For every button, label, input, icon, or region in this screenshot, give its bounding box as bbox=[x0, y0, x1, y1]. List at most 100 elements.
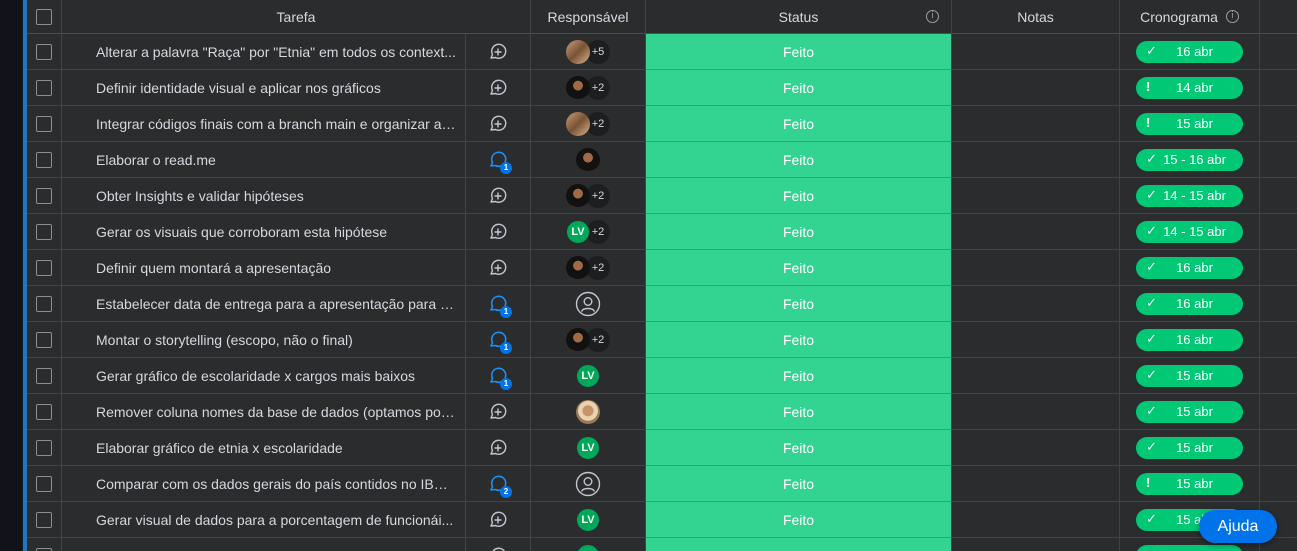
header-task[interactable]: Tarefa bbox=[62, 0, 531, 34]
responsible-cell[interactable]: +2 bbox=[531, 250, 646, 286]
table-row[interactable]: Alterar a palavra "Raça" por "Etnia" em … bbox=[27, 34, 1297, 70]
notes-cell[interactable] bbox=[952, 178, 1120, 214]
responsible-cell[interactable] bbox=[531, 538, 646, 551]
task-cell[interactable]: Definir quem montará a apresentação bbox=[62, 250, 466, 286]
table-row[interactable]: Gerar os visuais que corroboram esta hip… bbox=[27, 214, 1297, 250]
responsible-cell[interactable]: LV +2 bbox=[531, 214, 646, 250]
header-status[interactable]: Status i bbox=[646, 0, 952, 34]
notes-cell[interactable] bbox=[952, 430, 1120, 466]
task-cell[interactable]: Obter Insights e validar hipóteses bbox=[62, 178, 466, 214]
table-row[interactable]: Definir identidade visual e aplicar nos … bbox=[27, 70, 1297, 106]
responsible-cell[interactable]: LV bbox=[531, 502, 646, 538]
status-cell[interactable]: Feito bbox=[646, 358, 952, 394]
updates-cell[interactable] bbox=[466, 70, 531, 106]
timeline-cell[interactable]: ✓ 15 abr bbox=[1120, 430, 1260, 466]
table-row[interactable]: Elaborar gráfico de etnia x escolaridade… bbox=[27, 430, 1297, 466]
responsible-cell[interactable]: LV bbox=[531, 358, 646, 394]
table-row[interactable]: Integrar códigos finais com a branch mai… bbox=[27, 106, 1297, 142]
empty-person-icon[interactable] bbox=[575, 471, 601, 497]
table-row[interactable]: Montar o storytelling (escopo, não o fin… bbox=[27, 322, 1297, 358]
select-all-checkbox[interactable] bbox=[36, 8, 52, 25]
updates-cell[interactable] bbox=[466, 34, 531, 70]
avatar[interactable] bbox=[566, 183, 590, 208]
notes-cell[interactable] bbox=[952, 106, 1120, 142]
timeline-cell[interactable]: ✓ 16 abr bbox=[1120, 250, 1260, 286]
status-cell[interactable]: Feito bbox=[646, 142, 952, 178]
task-cell[interactable]: Remover coluna nomes da base de dados (o… bbox=[62, 394, 466, 430]
add-update-icon[interactable] bbox=[487, 185, 509, 207]
timeline-pill[interactable]: ✓ 16 abr bbox=[1136, 40, 1243, 63]
task-cell[interactable]: Integrar códigos finais com a branch mai… bbox=[62, 106, 466, 142]
updates-cell[interactable]: 2 bbox=[466, 466, 531, 502]
status-cell[interactable]: Feito bbox=[646, 466, 952, 502]
updates-cell[interactable] bbox=[466, 106, 531, 142]
status-cell[interactable]: Feito bbox=[646, 178, 952, 214]
add-update-icon[interactable] bbox=[487, 437, 509, 459]
task-cell[interactable]: Elaborar o read.me bbox=[62, 142, 466, 178]
responsible-cell[interactable]: +2 bbox=[531, 70, 646, 106]
table-row[interactable]: Remover coluna nomes da base de dados (o… bbox=[27, 394, 1297, 430]
row-checkbox[interactable] bbox=[36, 331, 52, 348]
task-cell[interactable]: Definir identidade visual e aplicar nos … bbox=[62, 70, 466, 106]
row-checkbox[interactable] bbox=[36, 547, 52, 551]
timeline-cell[interactable]: ! 15 abr bbox=[1120, 106, 1260, 142]
timeline-pill[interactable]: ✓ 15 abr bbox=[1136, 400, 1243, 423]
row-checkbox[interactable] bbox=[36, 367, 52, 384]
status-cell[interactable]: Feito bbox=[646, 214, 952, 250]
table-row[interactable]: Elaborar o read.me 1 Feito ✓ 15 - 16 abr bbox=[27, 142, 1297, 178]
table-row[interactable]: Obter Insights e validar hipóteses +2 Feit… bbox=[27, 178, 1297, 214]
status-cell[interactable]: Feito bbox=[646, 250, 952, 286]
timeline-cell[interactable]: ✓ 15 abr bbox=[1120, 394, 1260, 430]
avatar[interactable] bbox=[566, 255, 590, 280]
conversation-icon[interactable]: 1 bbox=[487, 329, 512, 354]
timeline-pill[interactable]: ✓ 15 - 16 abr bbox=[1136, 148, 1243, 171]
updates-cell[interactable]: 1 bbox=[466, 358, 531, 394]
notes-cell[interactable] bbox=[952, 538, 1120, 551]
timeline-cell[interactable]: ✓ 16 abr bbox=[1120, 34, 1260, 70]
avatar[interactable]: LV bbox=[566, 219, 590, 244]
task-cell[interactable]: Estabelecer data de entrega para a apres… bbox=[62, 286, 466, 322]
notes-cell[interactable] bbox=[952, 250, 1120, 286]
add-update-icon[interactable] bbox=[487, 509, 509, 531]
status-cell[interactable]: Feito bbox=[646, 322, 952, 358]
table-row[interactable]: Definir quem montará a apresentação +2 Fei… bbox=[27, 250, 1297, 286]
timeline-pill[interactable]: ! 14 abr bbox=[1136, 76, 1243, 99]
status-cell[interactable]: Feito bbox=[646, 286, 952, 322]
notes-cell[interactable] bbox=[952, 394, 1120, 430]
conversation-icon[interactable]: 1 bbox=[487, 293, 512, 318]
add-update-icon[interactable] bbox=[487, 41, 509, 63]
table-row[interactable]: ✓ bbox=[27, 538, 1297, 551]
avatar[interactable] bbox=[566, 39, 590, 64]
task-cell[interactable]: Alterar a palavra "Raça" por "Etnia" em … bbox=[62, 34, 466, 70]
info-icon[interactable]: i bbox=[1225, 10, 1239, 23]
task-cell[interactable]: Gerar os visuais que corroboram esta hip… bbox=[62, 214, 466, 250]
add-update-icon[interactable] bbox=[487, 257, 509, 279]
timeline-pill[interactable]: ✓ 16 abr bbox=[1136, 256, 1243, 279]
responsible-cell[interactable] bbox=[531, 286, 646, 322]
add-update-icon[interactable] bbox=[487, 221, 509, 243]
responsible-cell[interactable] bbox=[531, 394, 646, 430]
add-update-icon[interactable] bbox=[487, 77, 509, 99]
row-checkbox[interactable] bbox=[36, 403, 52, 420]
add-update-icon[interactable] bbox=[487, 401, 509, 423]
task-cell[interactable] bbox=[62, 538, 466, 551]
avatar[interactable] bbox=[566, 75, 590, 100]
conversation-icon[interactable]: 1 bbox=[487, 149, 512, 174]
conversation-icon[interactable]: 2 bbox=[487, 473, 512, 498]
updates-cell[interactable] bbox=[466, 394, 531, 430]
table-row[interactable]: Estabelecer data de entrega para a apres… bbox=[27, 286, 1297, 322]
row-checkbox[interactable] bbox=[36, 259, 52, 276]
row-checkbox[interactable] bbox=[36, 115, 52, 132]
row-checkbox[interactable] bbox=[36, 439, 52, 456]
responsible-cell[interactable] bbox=[531, 142, 646, 178]
timeline-pill[interactable]: ✓ bbox=[1136, 544, 1243, 551]
notes-cell[interactable] bbox=[952, 286, 1120, 322]
avatar[interactable]: LV bbox=[576, 435, 600, 460]
avatar[interactable] bbox=[576, 543, 600, 551]
notes-cell[interactable] bbox=[952, 34, 1120, 70]
notes-cell[interactable] bbox=[952, 70, 1120, 106]
timeline-cell[interactable]: ! 14 abr bbox=[1120, 70, 1260, 106]
timeline-pill[interactable]: ✓ 14 - 15 abr bbox=[1136, 220, 1243, 243]
timeline-pill[interactable]: ✓ 16 abr bbox=[1136, 328, 1243, 351]
avatar[interactable]: LV bbox=[576, 363, 600, 388]
